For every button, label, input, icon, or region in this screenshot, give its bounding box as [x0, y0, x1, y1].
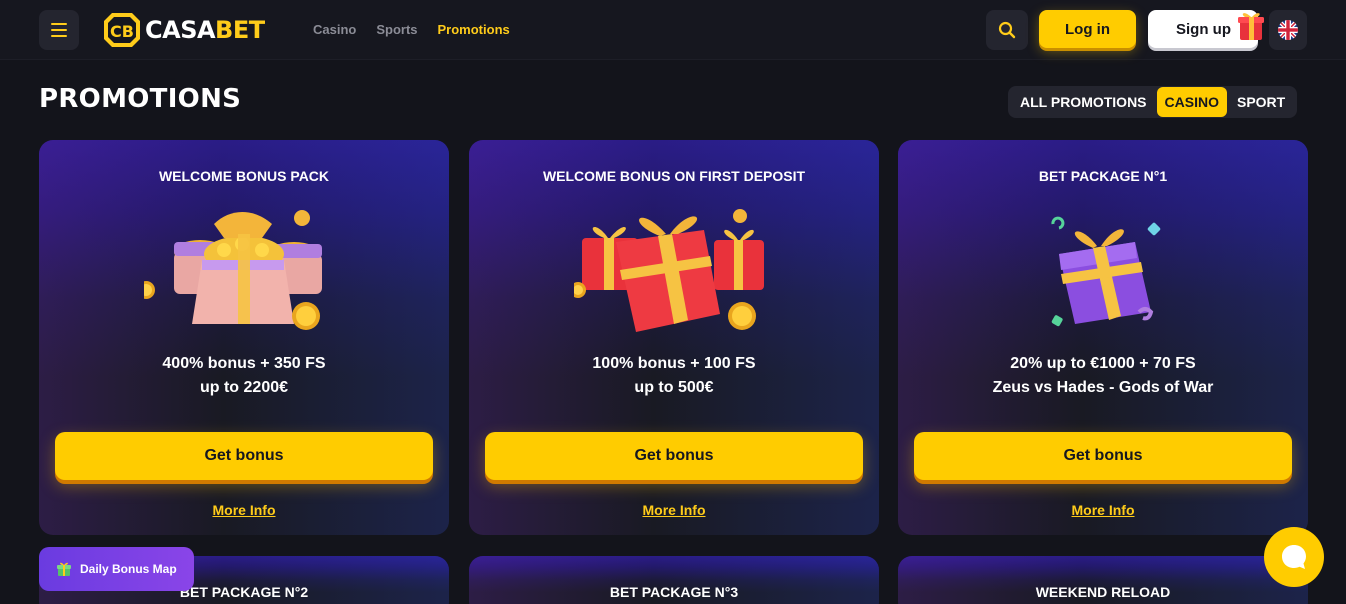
hamburger-icon	[51, 23, 67, 25]
get-bonus-button[interactable]: Get bonus	[55, 432, 433, 480]
card-title: WEEKEND RELOAD	[1035, 584, 1171, 600]
tab-all-promotions[interactable]: ALL PROMOTIONS	[1012, 87, 1155, 117]
login-button[interactable]: Log in	[1039, 10, 1136, 48]
top-header: CB CASA BET Casino Sports Promotions Log …	[0, 0, 1346, 60]
card-title: BET PACKAGE N°1	[1038, 168, 1168, 184]
get-bonus-button[interactable]: Get bonus	[914, 432, 1292, 480]
nav-promotions[interactable]: Promotions	[438, 22, 510, 37]
signup-label: Sign up	[1176, 20, 1231, 38]
gift-icon	[1238, 13, 1264, 40]
casabet-logo[interactable]: CB CASA BET	[103, 12, 265, 48]
gift-icon	[57, 562, 71, 576]
cb-logo-icon: CB	[104, 13, 140, 47]
promotion-filter-tabs: ALL PROMOTIONS CASINO SPORT	[1008, 86, 1298, 118]
promo-card-first-deposit: WELCOME BONUS ON FIRST DEPOSIT 100% bonu…	[469, 140, 879, 535]
search-icon	[998, 21, 1016, 39]
promo-card-bet-package-1: BET PACKAGE N°1 20% up to €1000 + 70 FS …	[898, 140, 1308, 535]
more-info-link[interactable]: More Info	[213, 502, 276, 518]
more-info-link[interactable]: More Info	[643, 502, 706, 518]
promo-card-welcome-pack: WELCOME BONUS PACK 400% bonus + 350 FS u…	[39, 140, 449, 535]
card-title: WELCOME BONUS PACK	[158, 168, 330, 184]
red-gift-boxes-icon	[574, 209, 764, 332]
tab-sport[interactable]: SPORT	[1229, 87, 1293, 117]
promo-card-weekend-reload: WEEKEND RELOAD	[898, 556, 1308, 604]
daily-bonus-label: Daily Bonus Map	[80, 562, 177, 576]
main-nav: Casino Sports Promotions	[313, 22, 510, 37]
tab-casino[interactable]: CASINO	[1156, 87, 1227, 117]
page-title: PROMOTIONS	[39, 84, 242, 114]
uk-flag-icon	[1278, 20, 1298, 40]
card-title: BET PACKAGE N°3	[609, 584, 739, 600]
menu-button[interactable]	[39, 10, 79, 50]
search-button[interactable]	[986, 10, 1028, 50]
card-offer: 400% bonus + 350 FS up to 2200€	[162, 355, 326, 396]
get-bonus-button[interactable]: Get bonus	[485, 432, 863, 480]
live-chat-button[interactable]	[1264, 527, 1324, 587]
chat-bubble-icon	[1282, 545, 1306, 569]
svg-text:CB: CB	[110, 22, 134, 41]
purple-gift-box-icon	[1051, 216, 1161, 327]
language-button[interactable]	[1269, 10, 1307, 50]
nav-sports[interactable]: Sports	[376, 22, 417, 37]
signup-button[interactable]: Sign up	[1148, 10, 1264, 48]
nav-casino[interactable]: Casino	[313, 22, 356, 37]
card-offer: 20% up to €1000 + 70 FS Zeus vs Hades - …	[992, 355, 1214, 396]
card-title: WELCOME BONUS ON FIRST DEPOSIT	[542, 168, 806, 184]
more-info-link[interactable]: More Info	[1072, 502, 1135, 518]
promo-card-bet-package-3: BET PACKAGE N°3	[469, 556, 879, 604]
treasure-chests-icon	[144, 210, 322, 330]
daily-bonus-map-button[interactable]: Daily Bonus Map	[39, 547, 194, 591]
card-offer: 100% bonus + 100 FS up to 500€	[592, 355, 756, 396]
logo-wordmark: CASA BET	[145, 16, 265, 44]
